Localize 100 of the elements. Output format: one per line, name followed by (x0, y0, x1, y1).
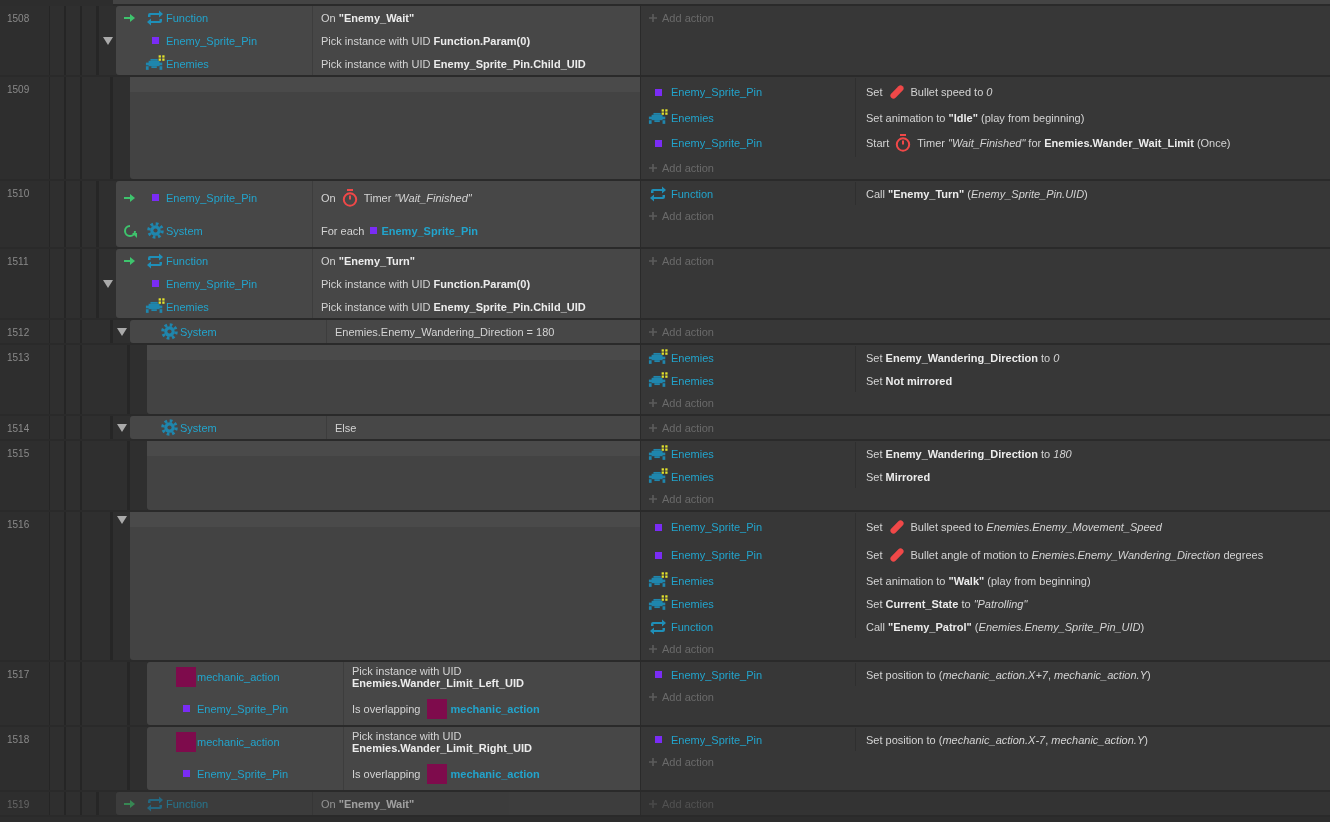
line-number: 1508 (7, 13, 30, 24)
object-name[interactable]: mechanic_action (450, 702, 540, 715)
plus-icon (649, 424, 657, 432)
object-name[interactable]: Enemy_Sprite_Pin (381, 224, 478, 237)
object-name[interactable]: Enemies (671, 111, 714, 124)
object-name[interactable]: Function (671, 620, 714, 633)
object-name[interactable]: Enemy_Sprite_Pin (671, 137, 763, 149)
action-text: Call "Enemy_Turn" (Enemy_Sprite_Pin.UID) (866, 187, 1088, 200)
object-name[interactable]: Function (671, 187, 714, 200)
line-number: 1510 (7, 188, 30, 199)
object-name[interactable]: Enemy_Sprite_Pin (197, 767, 289, 780)
invader-icon (648, 109, 668, 126)
invader-icon (648, 349, 668, 366)
object-name[interactable]: mechanic_action (197, 736, 280, 748)
action-text: Set position to (mechanic_action.X-7, mechanic_action.Y) (866, 733, 1148, 746)
line-number: 1514 (7, 423, 30, 434)
gear-icon (160, 323, 178, 340)
object-name[interactable]: Function (166, 254, 209, 267)
square-icon (654, 523, 662, 531)
invader-icon (648, 372, 668, 389)
action-text: Call "Enemy_Patrol" (Enemies.Enemy_Sprite_Pin_UID) (866, 620, 1145, 633)
stopwatch-icon (895, 134, 912, 152)
condition-text: Pick instance with UID Enemies.Wander_Limit_Right_UID (352, 730, 533, 754)
condition-text: Is overlapping (352, 767, 421, 780)
gear-icon (160, 419, 178, 436)
invader-icon (648, 445, 668, 462)
square-icon (654, 736, 662, 743)
collapse-toggle[interactable] (116, 422, 127, 433)
swap-arrows-icon (146, 9, 164, 26)
collapse-toggle[interactable] (116, 515, 127, 525)
condition-text: Pick instance with UID Enemy_Sprite_Pin.Child_UID (321, 300, 586, 313)
maroon-square-icon (176, 732, 196, 752)
line-number: 1518 (7, 734, 30, 745)
stopwatch-icon (341, 188, 358, 207)
object-name[interactable]: mechanic_action (197, 671, 280, 683)
object-name[interactable]: Enemies (671, 597, 714, 610)
line-number: 1517 (7, 669, 30, 680)
condition-text: Pick instance with UID Function.Param(0) (321, 34, 531, 47)
action-text: Set (866, 549, 883, 561)
object-name[interactable]: Enemy_Sprite_Pin (671, 733, 763, 746)
condition-text: Pick instance with UID Enemy_Sprite_Pin.Child_UID (321, 57, 586, 70)
object-name[interactable]: Enemies (671, 574, 714, 587)
object-name[interactable]: Enemy_Sprite_Pin (166, 277, 258, 290)
condition-text: On (321, 191, 336, 204)
object-name[interactable]: Enemy_Sprite_Pin (671, 86, 763, 98)
object-name[interactable]: Enemy_Sprite_Pin (671, 521, 763, 533)
action-text: Set (866, 86, 883, 98)
action-text: Bullet speed to Enemies.Enemy_Movement_Speed (910, 521, 1162, 533)
plus-icon (649, 257, 657, 265)
action-text: Set Mirrored (866, 470, 931, 483)
object-name[interactable]: mechanic_action (450, 767, 540, 780)
action-text: Bullet angle of motion to Enemies.Enemy_Wandering_Direction degrees (910, 549, 1264, 561)
plus-icon (649, 212, 657, 220)
collapse-toggle[interactable] (102, 278, 113, 289)
plus-icon (649, 645, 657, 653)
gear-icon (146, 222, 164, 239)
swap-arrows-icon (649, 618, 667, 635)
action-text: Set Not mirrored (866, 374, 953, 387)
condition-text: On "Enemy_Turn" (321, 254, 415, 267)
action-text: Bullet speed to 0 (910, 86, 993, 98)
action-text: Set (866, 521, 883, 533)
object-name[interactable]: Enemies (166, 57, 209, 70)
swap-arrows-icon (146, 252, 164, 269)
object-name[interactable]: Enemy_Sprite_Pin (197, 702, 289, 715)
maroon-square-icon (426, 698, 447, 719)
object-name[interactable]: Enemies (671, 470, 714, 483)
invader-icon (648, 595, 668, 612)
collapse-toggle[interactable] (102, 35, 113, 46)
square-icon (151, 194, 159, 201)
action-text: Set animation to "Walk" (play from beginning) (866, 574, 1091, 587)
collapse-toggle[interactable] (116, 326, 127, 337)
object-name[interactable]: Enemies (671, 351, 714, 364)
object-name[interactable]: System (180, 421, 217, 434)
plus-icon (649, 164, 657, 172)
object-name[interactable]: Function (166, 11, 209, 24)
line-number: 1513 (7, 352, 30, 363)
square-icon (654, 551, 662, 559)
condition-text: Else (335, 421, 357, 434)
object-name[interactable]: Enemies (671, 374, 714, 387)
invader-icon (145, 55, 165, 72)
line-number: 1509 (7, 84, 30, 95)
action-text: Timer "Wait_Finished" for Enemies.Wander_Wait_Limit (Once) (917, 137, 1231, 149)
object-name[interactable]: Enemy_Sprite_Pin (166, 191, 258, 204)
square-icon (151, 37, 159, 44)
object-name[interactable]: Enemies (671, 447, 714, 460)
condition-text: For each (321, 224, 365, 237)
object-name[interactable]: Enemy_Sprite_Pin (166, 34, 258, 47)
invader-icon (648, 572, 668, 589)
object-name[interactable]: System (166, 224, 203, 237)
condition-text: On "Enemy_Wait" (321, 11, 415, 24)
action-text: Set position to (mechanic_action.X+7, mechanic_action.Y) (866, 668, 1151, 681)
object-name[interactable]: Enemies (166, 300, 209, 313)
condition-text: Is overlapping (352, 702, 421, 715)
plus-icon (649, 495, 657, 503)
action-text: Start (866, 137, 890, 149)
plus-icon (649, 399, 657, 407)
object-name[interactable]: Enemy_Sprite_Pin (671, 668, 763, 681)
object-name[interactable]: System (180, 325, 217, 338)
line-number: 1515 (7, 448, 30, 459)
object-name[interactable]: Enemy_Sprite_Pin (671, 549, 763, 561)
